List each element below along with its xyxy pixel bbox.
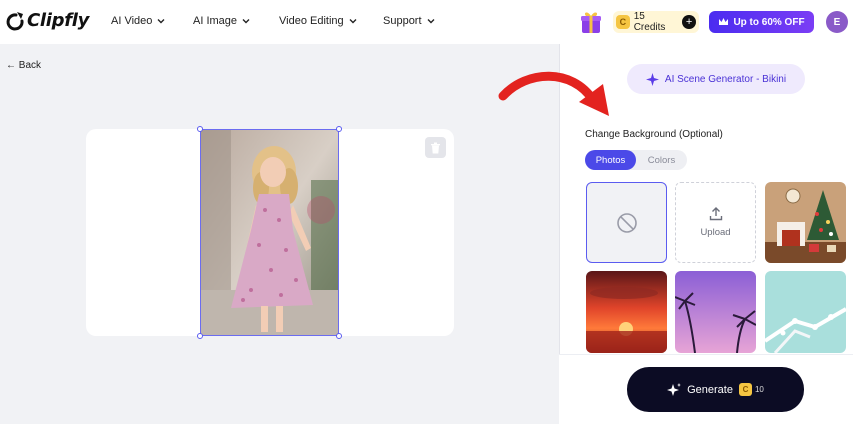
add-credits-icon[interactable]: + — [682, 15, 696, 29]
nav-ai-image[interactable]: AI Image — [193, 15, 279, 27]
background-none-option[interactable] — [586, 182, 667, 263]
no-background-icon — [616, 212, 637, 233]
credits-badge[interactable]: C 15 Credits + — [613, 11, 699, 33]
resize-handle-bottom-right[interactable] — [336, 333, 342, 339]
girl-dress-photo — [201, 130, 338, 335]
change-background-title: Change Background (Optional) — [585, 129, 723, 140]
tool-label: AI Scene Generator - Bikini — [664, 73, 787, 85]
chevron-down-icon — [427, 19, 435, 24]
brand-name: Clipfly — [27, 10, 90, 31]
resize-handle-top-right[interactable] — [336, 126, 342, 132]
delete-image-button[interactable] — [425, 137, 446, 158]
background-sunset-sea[interactable] — [586, 271, 667, 353]
generate-button[interactable]: Generate C 10 — [627, 367, 804, 412]
nav-video-editing[interactable]: Video Editing — [279, 15, 383, 27]
sparkle-icon — [645, 72, 659, 86]
credits-count: 15 Credits — [633, 11, 666, 33]
generate-label: Generate — [687, 383, 733, 396]
ai-scene-generator-button[interactable]: AI Scene Generator - Bikini — [627, 64, 805, 94]
credit-coin-icon: C — [616, 15, 630, 29]
credit-coin-icon: C — [738, 383, 752, 396]
chevron-down-icon — [242, 19, 250, 24]
background-christmas-room[interactable] — [765, 182, 846, 263]
chevron-down-icon — [349, 19, 357, 24]
resize-handle-top-left[interactable] — [197, 126, 203, 132]
sparkle-icon — [667, 382, 682, 396]
nav-support[interactable]: Support — [383, 15, 436, 27]
sunset-sea-thumbnail — [586, 271, 667, 353]
upload-background-button[interactable]: Upload — [675, 182, 756, 263]
tab-photos[interactable]: Photos — [585, 150, 636, 170]
background-tabs: Photos Colors — [585, 150, 687, 170]
nav-label: Support — [383, 15, 422, 27]
nav-label: AI Image — [193, 15, 238, 27]
background-frosted-branches[interactable] — [765, 271, 846, 353]
red-arrow-annotation — [498, 71, 609, 116]
uploaded-photo[interactable] — [200, 129, 339, 336]
background-purple-palms[interactable] — [675, 271, 756, 353]
chevron-down-icon — [157, 19, 165, 24]
generate-cost: 10 — [754, 385, 764, 394]
back-link[interactable]: ← Back — [6, 60, 41, 71]
user-avatar[interactable]: E — [826, 11, 848, 33]
gift-icon[interactable] — [580, 10, 602, 34]
tab-colors[interactable]: Colors — [636, 150, 687, 170]
crown-icon — [719, 18, 729, 25]
clipfly-logo-icon — [6, 11, 24, 30]
upload-label: Upload — [700, 227, 731, 238]
trash-icon — [431, 142, 440, 153]
christmas-room-thumbnail — [765, 182, 846, 263]
nav-label: Video Editing — [279, 15, 344, 27]
frosted-branches-thumbnail — [765, 271, 846, 353]
top-header: Clipfly AI Video AI Image Video Editing … — [0, 0, 853, 44]
resize-handle-bottom-left[interactable] — [197, 333, 203, 339]
upload-icon — [709, 207, 722, 221]
purple-palms-thumbnail — [675, 271, 756, 353]
clipfly-logo[interactable]: Clipfly — [6, 10, 89, 31]
main-nav: AI Video AI Image Video Editing Support — [111, 15, 436, 27]
nav-ai-video[interactable]: AI Video — [111, 15, 193, 27]
offer-label: Up to 60% OFF — [733, 16, 805, 28]
nav-label: AI Video — [111, 15, 153, 27]
upgrade-offer-button[interactable]: Up to 60% OFF — [709, 11, 814, 33]
